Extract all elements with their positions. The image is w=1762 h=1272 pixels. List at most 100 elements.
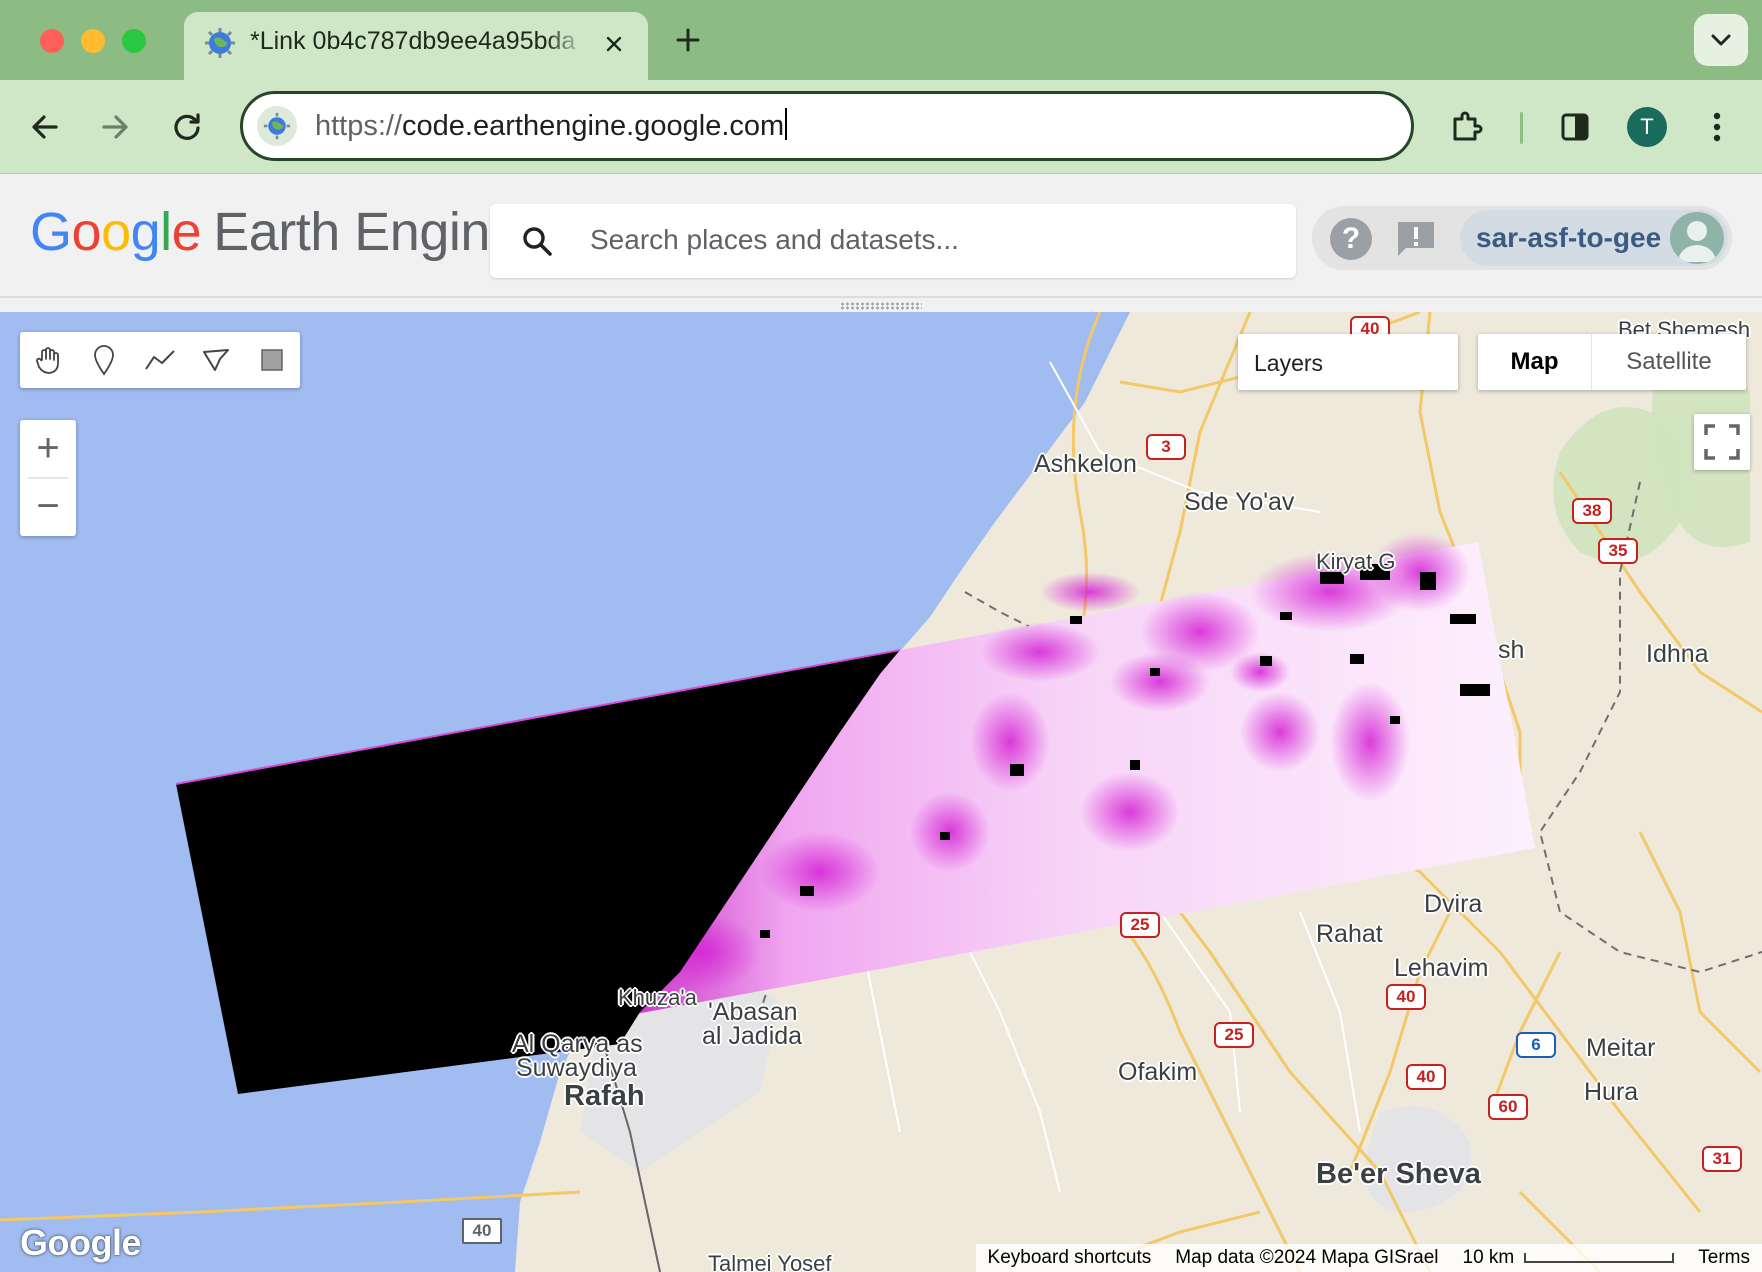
- fullscreen-icon[interactable]: [1694, 414, 1750, 470]
- back-icon[interactable]: [24, 106, 66, 148]
- road-shield: 60: [1488, 1094, 1528, 1120]
- map-label: al Jadida: [702, 1022, 803, 1050]
- forward-icon[interactable]: [94, 106, 136, 148]
- window-maximize-button[interactable]: [122, 29, 146, 53]
- google-wordmark: Google: [30, 202, 202, 262]
- map-label: Idhna: [1646, 640, 1709, 668]
- map-label: Hura: [1584, 1078, 1639, 1106]
- map-label: Be'er Sheva: [1316, 1158, 1481, 1190]
- window-minimize-button[interactable]: [81, 29, 105, 53]
- reload-icon[interactable]: [166, 106, 208, 148]
- terms-link[interactable]: Terms: [1686, 1247, 1762, 1269]
- google-maps-logo[interactable]: Google: [20, 1222, 142, 1264]
- tab-close-icon[interactable]: [600, 30, 628, 58]
- map-label: Lehavim: [1394, 954, 1489, 982]
- extensions-icon[interactable]: [1444, 104, 1490, 150]
- map-label: Rahat: [1316, 920, 1383, 948]
- side-panel-icon[interactable]: [1552, 104, 1598, 150]
- map-label: Suwaydiya: [516, 1054, 637, 1082]
- map-label: Khuza'a: [618, 985, 697, 1010]
- earth-engine-favicon-icon: [204, 27, 236, 59]
- map-type-control: Map Satellite: [1478, 334, 1746, 390]
- map-label: sh: [1498, 636, 1525, 664]
- earth-engine-logo[interactable]: Google Earth Engine: [30, 200, 520, 264]
- map-basemap: [0, 312, 1762, 1272]
- map-label: Talmei Yosef: [708, 1251, 832, 1272]
- new-tab-button[interactable]: [670, 22, 706, 58]
- project-name: sar-asf-to-gee: [1476, 222, 1662, 253]
- map-label: Kiryat G: [1316, 549, 1396, 574]
- tab-search-icon[interactable]: [1694, 14, 1748, 66]
- point-marker-icon[interactable]: [76, 332, 132, 388]
- url-text: https://code.earthengine.google.com: [315, 108, 788, 144]
- scale-label: 10 km: [1462, 1247, 1515, 1268]
- polygon-icon[interactable]: [188, 332, 244, 388]
- map-data-attribution: Map data ©2024 Mapa GISrael: [1175, 1247, 1439, 1268]
- map-label: Dvira: [1424, 890, 1483, 918]
- map-label: Sde Yo'av: [1184, 488, 1295, 516]
- earth-engine-header: GoogleEarth Engine ? sar-asf-to-gee: [0, 174, 1762, 296]
- hand-pan-icon[interactable]: [20, 332, 76, 388]
- text-caret: [785, 108, 788, 140]
- map-attribution: Keyboard shortcuts Map data ©2024 Mapa G…: [975, 1244, 1762, 1272]
- road-shield: 25: [1120, 912, 1160, 938]
- zoom-control: + −: [20, 420, 76, 536]
- road-shield: 3: [1146, 434, 1186, 460]
- search-input[interactable]: [590, 220, 1270, 260]
- logo-letter: e: [171, 202, 202, 262]
- layers-button[interactable]: Layers: [1238, 334, 1458, 390]
- product-name: Earth Engine: [213, 202, 520, 262]
- road-shield: 25: [1214, 1022, 1254, 1048]
- logo-letter: o: [101, 202, 131, 262]
- feedback-icon[interactable]: [1394, 218, 1438, 260]
- url-host: code.earthengine.google.com: [402, 110, 785, 142]
- road-shield: 31: [1702, 1146, 1742, 1172]
- address-bar[interactable]: https://code.earthengine.google.com: [240, 91, 1414, 161]
- drawing-tools: [20, 332, 300, 388]
- scale-bar[interactable]: 10 km: [1451, 1247, 1687, 1269]
- browser-tab-strip: *Link 0b4c787db9ee4a95bda: [0, 0, 1762, 80]
- profile-initial: T: [1627, 107, 1667, 147]
- browser-tab-active[interactable]: *Link 0b4c787db9ee4a95bda: [184, 12, 648, 80]
- map-type-satellite-button[interactable]: Satellite: [1592, 334, 1746, 390]
- road-shield: 40: [1406, 1064, 1446, 1090]
- map-label: Rafah: [564, 1080, 645, 1112]
- map-label: Ofakim: [1118, 1058, 1198, 1086]
- logo-letter: g: [130, 202, 161, 262]
- url-scheme: https://: [315, 110, 403, 142]
- drag-grip-icon[interactable]: [840, 302, 922, 310]
- keyboard-shortcuts-link[interactable]: Keyboard shortcuts: [976, 1247, 1164, 1269]
- zoom-out-button[interactable]: −: [20, 478, 76, 534]
- logo-letter: G: [30, 202, 72, 262]
- site-info-icon[interactable]: [257, 106, 297, 146]
- project-selector[interactable]: sar-asf-to-gee: [1460, 210, 1728, 266]
- toolbar-separator: [1520, 112, 1523, 144]
- more-menu-icon[interactable]: [1694, 104, 1740, 150]
- map-label: Ashkelon: [1034, 450, 1137, 478]
- road-shield: 6: [1516, 1032, 1556, 1058]
- panel-resize-handle[interactable]: [0, 296, 1762, 312]
- rectangle-icon[interactable]: [244, 332, 300, 388]
- layers-label: Layers: [1254, 350, 1324, 376]
- road-shield: 35: [1598, 538, 1638, 564]
- browser-toolbar: https://code.earthengine.google.com T: [0, 80, 1762, 174]
- search-box[interactable]: [490, 204, 1296, 278]
- road-shield: 38: [1572, 498, 1612, 524]
- map-type-map-button[interactable]: Map: [1478, 334, 1592, 390]
- window-close-button[interactable]: [40, 29, 64, 53]
- help-icon[interactable]: ?: [1330, 218, 1372, 260]
- header-actions: ? sar-asf-to-gee: [1312, 206, 1732, 270]
- map-canvas[interactable]: Bet Shemesh Ashkelon Sde Yo'av Kiryat G …: [0, 312, 1762, 1272]
- road-shield: 40: [1386, 984, 1426, 1010]
- logo-letter: l: [160, 202, 172, 262]
- account-avatar-icon[interactable]: [1670, 212, 1724, 264]
- tab-title: *Link 0b4c787db9ee4a95bda: [250, 27, 576, 55]
- search-icon: [520, 224, 554, 258]
- zoom-in-button[interactable]: +: [20, 420, 76, 476]
- line-icon[interactable]: [132, 332, 188, 388]
- map-label: Meitar: [1586, 1034, 1656, 1062]
- logo-letter: o: [71, 202, 102, 262]
- profile-avatar[interactable]: T: [1624, 104, 1670, 150]
- scale-bar-line: [1524, 1252, 1675, 1263]
- road-shield: 40: [462, 1218, 502, 1244]
